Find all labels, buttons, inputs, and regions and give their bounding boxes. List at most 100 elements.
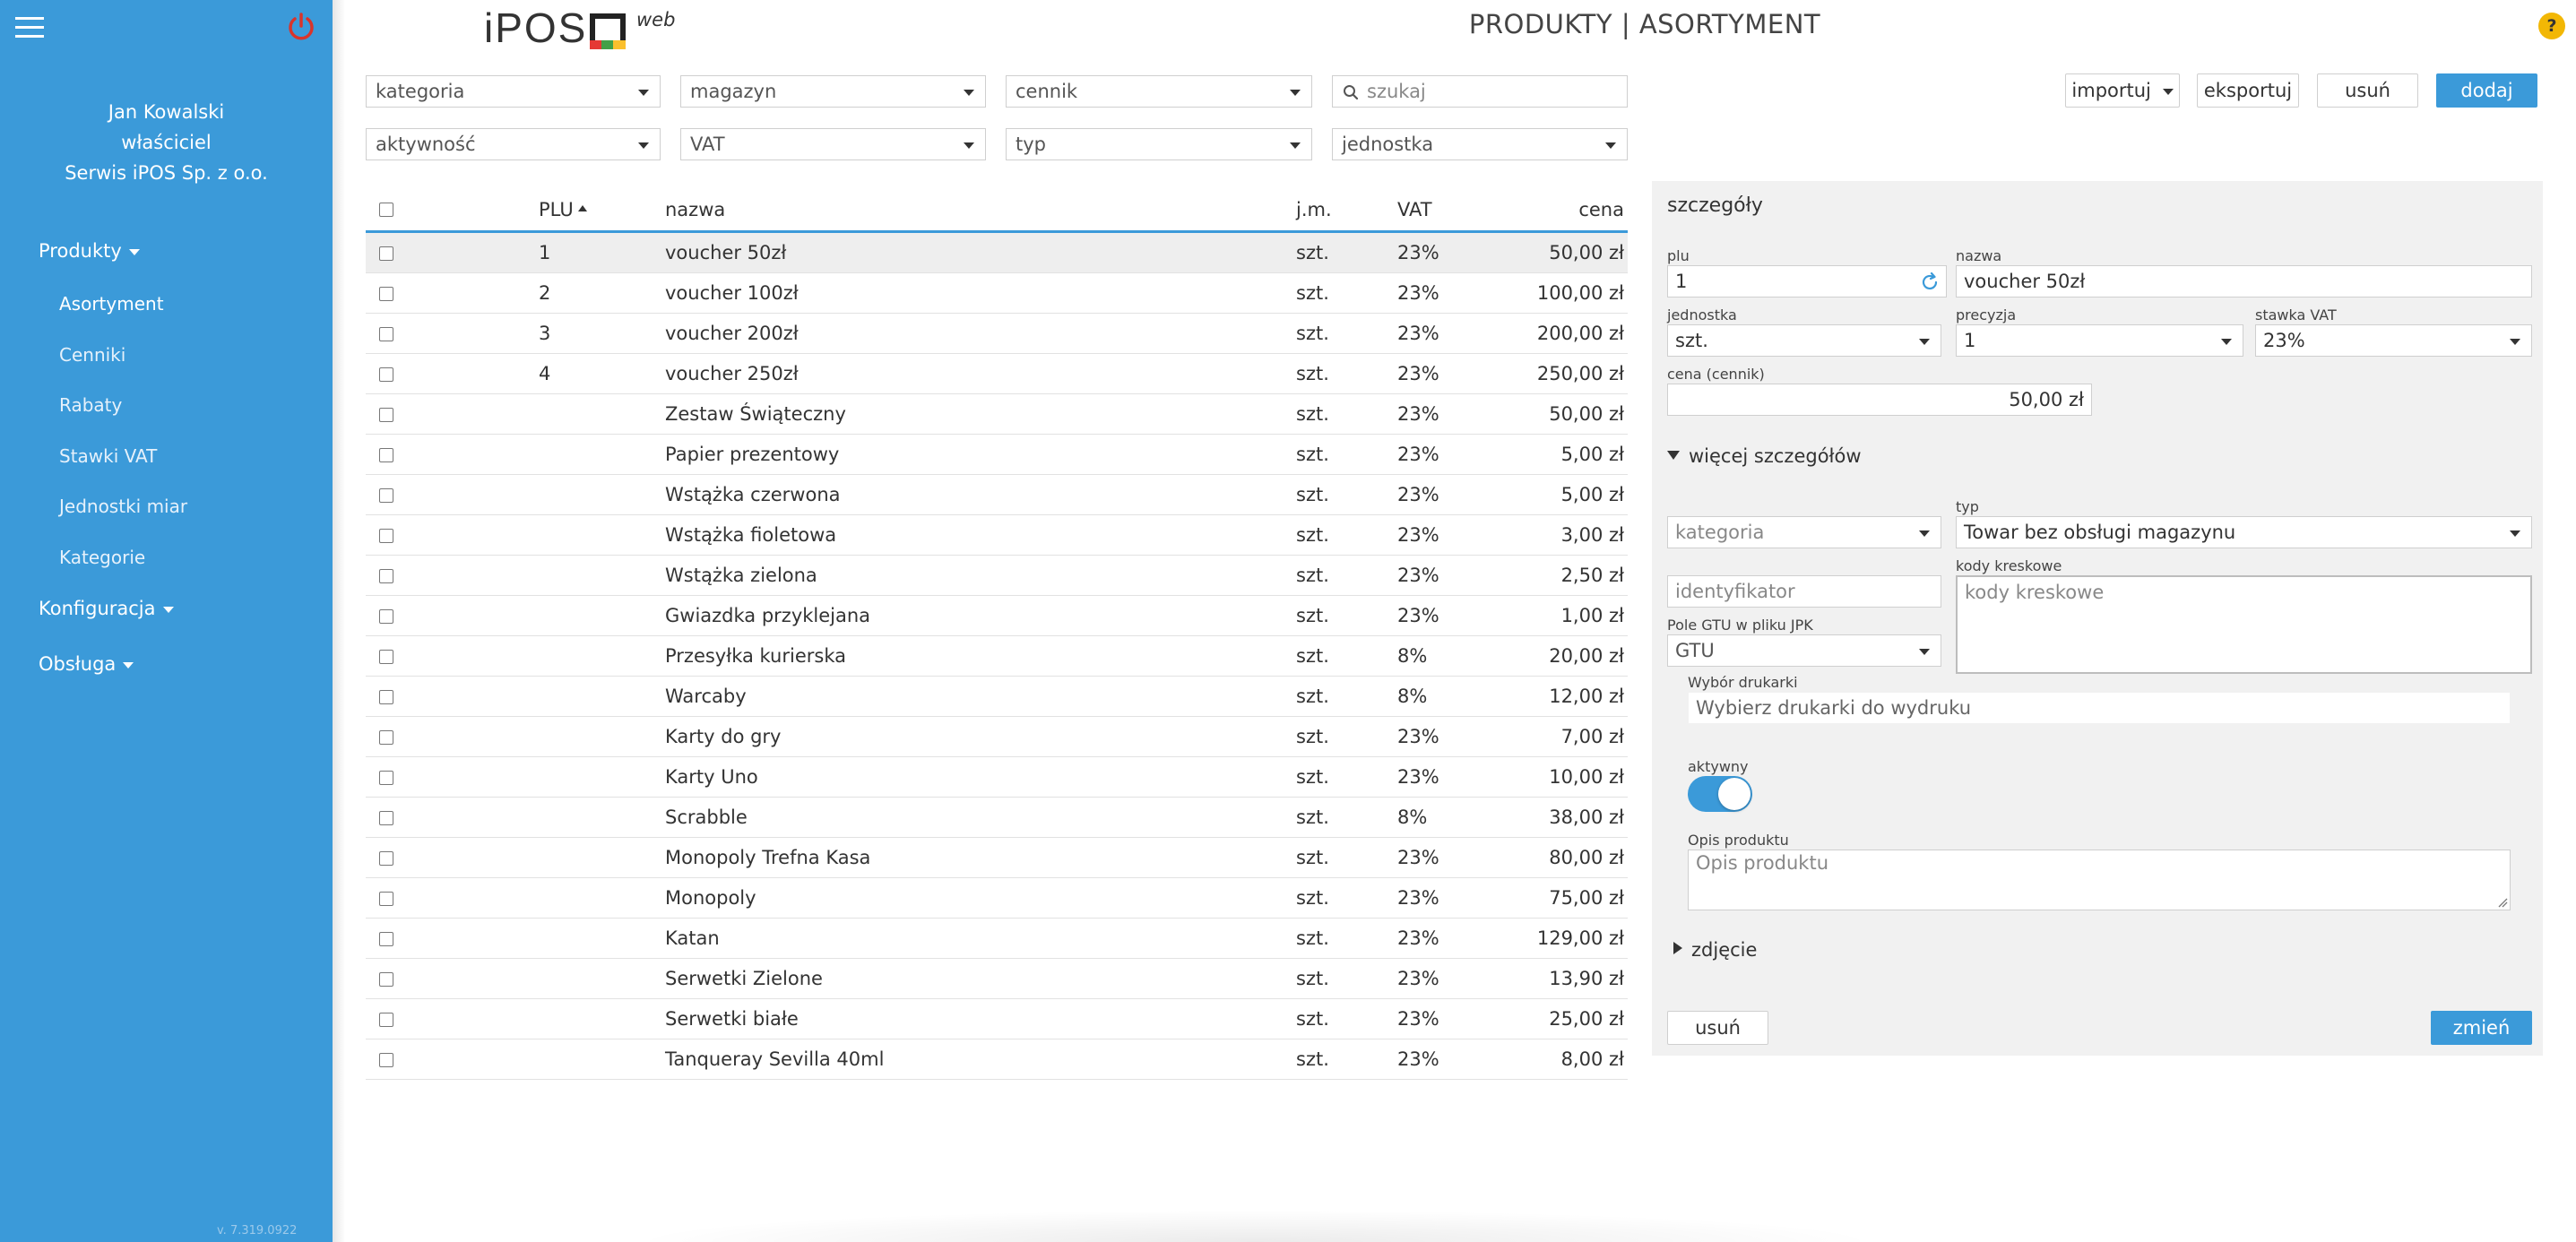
column-plu[interactable]: PLU — [539, 188, 587, 231]
row-checkbox[interactable] — [379, 972, 393, 987]
table-row[interactable]: 2 voucher 100zł szt. 23% 100,00 zł — [366, 273, 1628, 314]
cell-nazwa: voucher 100zł — [665, 282, 799, 304]
row-checkbox[interactable] — [379, 529, 393, 543]
row-checkbox[interactable] — [379, 408, 393, 422]
row-checkbox[interactable] — [379, 690, 393, 704]
row-checkbox[interactable] — [379, 730, 393, 745]
table-row[interactable]: Wstążka fioletowa szt. 23% 3,00 zł — [366, 515, 1628, 556]
row-checkbox[interactable] — [379, 367, 393, 382]
nazwa-input[interactable]: voucher 50zł — [1956, 265, 2532, 298]
column-nazwa[interactable]: nazwa — [665, 188, 725, 231]
column-cena[interactable]: cena — [1578, 188, 1624, 231]
row-checkbox[interactable] — [379, 246, 393, 261]
gtu-select[interactable]: GTU — [1667, 634, 1941, 667]
opis-textarea[interactable]: Opis produktu — [1688, 850, 2511, 910]
row-checkbox[interactable] — [379, 327, 393, 341]
nav-konfiguracja[interactable]: Konfiguracja — [39, 598, 371, 619]
column-vat[interactable]: VAT — [1397, 188, 1432, 231]
table-row[interactable]: Monopoly szt. 23% 75,00 zł — [366, 878, 1628, 919]
refresh-icon[interactable] — [1919, 272, 1941, 293]
table-row[interactable]: Gwiazdka przyklejana szt. 23% 1,00 zł — [366, 596, 1628, 636]
jednostka-select[interactable]: szt. — [1667, 324, 1941, 357]
cell-cena: 200,00 zł — [1536, 323, 1624, 344]
filter-typ[interactable]: typ — [1006, 128, 1312, 160]
table-row[interactable]: Karty do gry szt. 23% 7,00 zł — [366, 717, 1628, 757]
cell-jm: szt. — [1296, 363, 1329, 384]
drukarki-select[interactable]: Wybierz drukarki do wydruku — [1688, 692, 2511, 724]
table-row[interactable]: Karty Uno szt. 23% 10,00 zł — [366, 757, 1628, 798]
cell-cena: 13,90 zł — [1549, 968, 1624, 989]
delete-button[interactable]: usuń — [2317, 73, 2418, 108]
company-name: Serwis iPOS Sp. z o.o. — [65, 162, 268, 184]
cell-nazwa: Wstążka czerwona — [665, 484, 841, 505]
table-row[interactable]: Wstążka czerwona szt. 23% 5,00 zł — [366, 475, 1628, 515]
filter-jednostka[interactable]: jednostka — [1332, 128, 1628, 160]
table-row[interactable]: Wstążka zielona szt. 23% 2,50 zł — [366, 556, 1628, 596]
details-save-button[interactable]: zmień — [2431, 1011, 2532, 1045]
typ-select[interactable]: Towar bez obsługi magazynu — [1956, 516, 2532, 548]
add-button[interactable]: dodaj — [2436, 73, 2537, 108]
table-row[interactable]: 4 voucher 250zł szt. 23% 250,00 zł — [366, 354, 1628, 394]
export-button[interactable]: eksportuj — [2197, 73, 2299, 108]
cena-input[interactable]: 50,00 zł — [1667, 384, 2092, 416]
table-row[interactable]: Papier prezentowy szt. 23% 5,00 zł — [366, 435, 1628, 475]
filter-vat[interactable]: VAT — [680, 128, 986, 160]
kody-textarea[interactable]: kody kreskowe — [1956, 575, 2532, 674]
logo-mark — [590, 13, 626, 49]
filter-cennik[interactable]: cennik — [1006, 75, 1312, 108]
table-row[interactable]: Monopoly Trefna Kasa szt. 23% 80,00 zł — [366, 838, 1628, 878]
zdjecie-toggle[interactable]: zdjęcie — [1673, 939, 1757, 961]
search-input[interactable]: szukaj — [1332, 75, 1628, 108]
table-row[interactable]: 3 voucher 200zł szt. 23% 200,00 zł — [366, 314, 1628, 354]
kategoria-select[interactable]: kategoria — [1667, 516, 1941, 548]
row-checkbox[interactable] — [379, 287, 393, 301]
stawka-vat-select[interactable]: 23% — [2255, 324, 2532, 357]
details-delete-button[interactable]: usuń — [1667, 1011, 1768, 1045]
table-row[interactable]: Tanqueray Sevilla 40ml szt. 23% 8,00 zł — [366, 1039, 1628, 1080]
table-row[interactable]: Serwetki białe szt. 23% 25,00 zł — [366, 999, 1628, 1039]
nav-obsluga[interactable]: Obsługa — [39, 653, 371, 675]
row-checkbox[interactable] — [379, 650, 393, 664]
row-checkbox[interactable] — [379, 609, 393, 624]
filter-aktywnosc[interactable]: aktywność — [366, 128, 661, 160]
table-row[interactable]: 1 voucher 50zł szt. 23% 50,00 zł — [366, 233, 1628, 273]
table-row[interactable]: Serwetki Zielone szt. 23% 13,90 zł — [366, 959, 1628, 999]
import-button[interactable]: importuj — [2065, 73, 2180, 108]
row-checkbox[interactable] — [379, 569, 393, 583]
row-checkbox[interactable] — [379, 932, 393, 946]
table-row[interactable]: Przesyłka kurierska szt. 8% 20,00 zł — [366, 636, 1628, 677]
nav-produkty[interactable]: Produkty — [39, 240, 371, 262]
cell-nazwa: Scrabble — [665, 806, 748, 828]
table-row[interactable]: Scrabble szt. 8% 38,00 zł — [366, 798, 1628, 838]
table-row[interactable]: Zestaw Świąteczny szt. 23% 50,00 zł — [366, 394, 1628, 435]
row-checkbox[interactable] — [379, 448, 393, 462]
more-details-toggle[interactable]: więcej szczegółów — [1667, 445, 1862, 467]
more-details-label: więcej szczegółów — [1689, 445, 1862, 467]
filter-aktywnosc-value: aktywność — [376, 134, 476, 155]
chevron-down-icon — [1605, 142, 1616, 149]
select-all-checkbox[interactable] — [379, 203, 393, 217]
cell-vat: 23% — [1397, 484, 1439, 505]
plu-input[interactable]: 1 — [1667, 265, 1947, 298]
row-checkbox[interactable] — [379, 851, 393, 866]
row-checkbox[interactable] — [379, 771, 393, 785]
row-checkbox[interactable] — [379, 1053, 393, 1067]
cell-cena: 7,00 zł — [1560, 726, 1624, 747]
help-icon[interactable]: ? — [2538, 13, 2565, 39]
identyfikator-input[interactable]: identyfikator — [1667, 575, 1941, 608]
aktywny-toggle[interactable] — [1688, 776, 1752, 812]
cell-cena: 1,00 zł — [1560, 605, 1624, 626]
power-icon[interactable] — [285, 11, 317, 43]
filter-magazyn[interactable]: magazyn — [680, 75, 986, 108]
precyzja-select[interactable]: 1 — [1956, 324, 2243, 357]
row-checkbox[interactable] — [379, 892, 393, 906]
menu-icon[interactable] — [15, 17, 44, 40]
resize-handle-icon[interactable] — [2497, 897, 2508, 908]
filter-kategoria[interactable]: kategoria — [366, 75, 661, 108]
row-checkbox[interactable] — [379, 488, 393, 503]
column-jm[interactable]: j.m. — [1296, 188, 1332, 231]
table-row[interactable]: Katan szt. 23% 129,00 zł — [366, 919, 1628, 959]
row-checkbox[interactable] — [379, 811, 393, 825]
row-checkbox[interactable] — [379, 1013, 393, 1027]
table-row[interactable]: Warcaby szt. 8% 12,00 zł — [366, 677, 1628, 717]
